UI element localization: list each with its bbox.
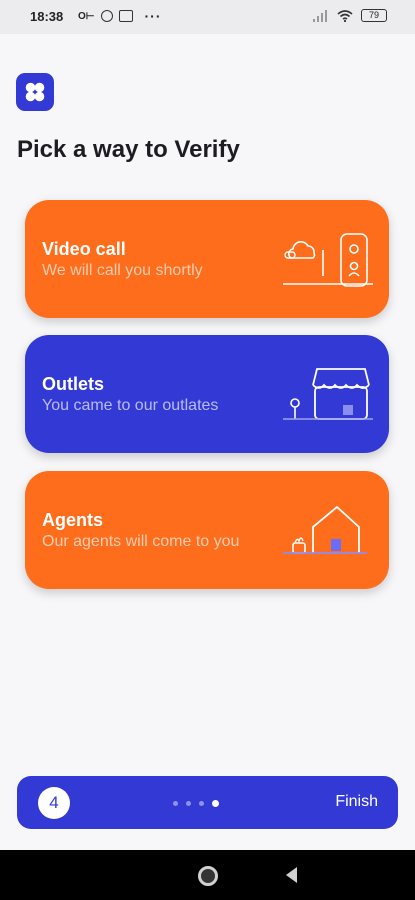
option-outlets[interactable]: Outlets You came to our outlates	[25, 335, 389, 453]
key-icon: O⊢	[78, 10, 95, 22]
page-dot	[186, 801, 191, 806]
whatsapp-icon	[100, 10, 113, 22]
page-dot	[199, 801, 204, 806]
option-subtitle: You came to our outlates	[42, 397, 219, 414]
page-indicator	[173, 800, 219, 807]
option-subtitle: Our agents will come to you	[42, 533, 240, 550]
page-dot	[173, 801, 178, 806]
back-button[interactable]	[286, 867, 297, 883]
option-video-call[interactable]: Video call We will call you shortly	[25, 200, 389, 318]
video-call-icon	[283, 233, 373, 287]
battery-icon: 79	[361, 9, 387, 22]
option-title: Video call	[42, 239, 126, 259]
option-subtitle: We will call you shortly	[42, 262, 203, 279]
option-title: Outlets	[42, 374, 105, 394]
notification-icons: O⊢ ···	[78, 8, 162, 24]
step-number-badge: 4	[38, 787, 70, 819]
page-dot-active	[212, 800, 219, 807]
status-bar: 18:38 O⊢ ··· 79	[0, 0, 415, 34]
system-navigation-bar	[0, 850, 415, 900]
store-icon	[283, 368, 373, 420]
wifi-icon	[337, 9, 353, 22]
finish-button[interactable]: Finish	[335, 793, 378, 811]
clover-icon	[25, 82, 45, 102]
page-title: Pick a way to Verify	[17, 136, 240, 163]
house-icon	[283, 506, 367, 554]
option-title: Agents	[42, 510, 104, 530]
app-notification-icon	[118, 10, 133, 22]
system-icons: 79	[313, 9, 387, 22]
signal-icon	[313, 9, 327, 22]
more-notifications-icon: ···	[144, 8, 162, 24]
bottom-progress-bar: 4 Finish	[17, 776, 398, 829]
app-logo	[16, 73, 54, 111]
option-agents[interactable]: Agents Our agents will come to you	[25, 471, 389, 589]
home-button[interactable]	[198, 866, 218, 886]
status-time: 18:38	[30, 9, 64, 24]
